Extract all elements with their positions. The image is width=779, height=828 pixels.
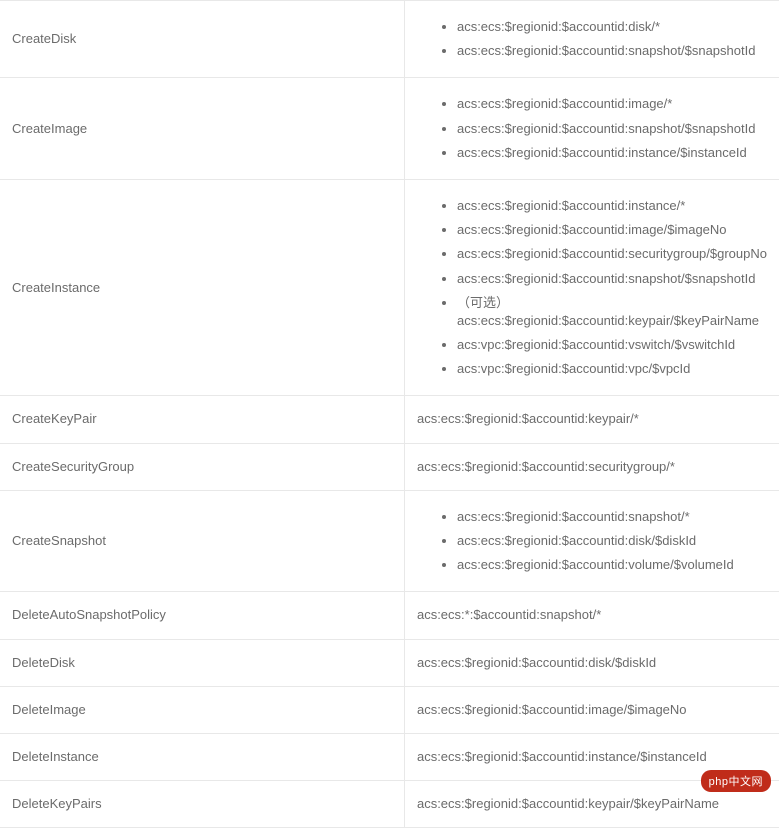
- resource-item: acs:ecs:$regionid:$accountid:instance/$i…: [457, 141, 767, 165]
- resource-cell: acs:ecs:$regionid:$accountid:image/$imag…: [404, 686, 779, 733]
- resource-cell: acs:ecs:$regionid:$accountid:snapshot/*a…: [404, 490, 779, 592]
- resource-item: acs:ecs:$regionid:$accountid:keypair/$ke…: [417, 796, 719, 811]
- action-cell: DeleteKeyPairs: [0, 781, 404, 828]
- table-row: CreateImageacs:ecs:$regionid:$accountid:…: [0, 78, 779, 180]
- action-cell: DeleteDisk: [0, 639, 404, 686]
- resource-item: acs:vpc:$regionid:$accountid:vpc/$vpcId: [457, 357, 767, 381]
- resource-item: （可选）acs:ecs:$regionid:$accountid:keypair…: [457, 291, 767, 333]
- table-row: CreateKeyPair acs:ecs:$regionid:$accounti…: [0, 396, 779, 443]
- api-permissions-table: CreateDisk acs:ecs:$regionid:$accountid:d…: [0, 0, 779, 828]
- resource-item: acs:ecs:$regionid:$accountid:volume/$vol…: [457, 553, 767, 577]
- resource-item: acs:ecs:$regionid:$accountid:image/*: [457, 92, 767, 116]
- table-row: DeleteAutoSnapshotPolicy acs:ecs:*:$accou…: [0, 592, 779, 639]
- resource-cell: acs:ecs:*:$accountid:snapshot/*: [404, 592, 779, 639]
- table-row: CreateSecurityGroup acs:ecs:$regionid:$ac…: [0, 443, 779, 490]
- action-cell: CreateSnapshot: [0, 490, 404, 592]
- table-row: DeleteDisk acs:ecs:$regionid:$accountid:d…: [0, 639, 779, 686]
- resource-item: acs:ecs:$regionid:$accountid:snapshot/$s…: [457, 117, 767, 141]
- resource-item: acs:ecs:$regionid:$accountid:disk/*: [457, 15, 767, 39]
- table-row: DeleteInstance acs:ecs:$regionid:$account…: [0, 733, 779, 780]
- table-row: DeleteKeyPairs acs:ecs:$regionid:$account…: [0, 781, 779, 828]
- resource-item: acs:ecs:$regionid:$accountid:snapshot/$s…: [457, 39, 767, 63]
- resource-item: acs:ecs:$regionid:$accountid:keypair/*: [417, 411, 639, 426]
- table-row: CreateSnapshotacs:ecs:$regionid:$account…: [0, 490, 779, 592]
- resource-item: acs:ecs:$regionid:$accountid:snapshot/*: [457, 505, 767, 529]
- action-cell: DeleteAutoSnapshotPolicy: [0, 592, 404, 639]
- table-row: CreateInstanceacs:ecs:$regionid:$account…: [0, 179, 779, 396]
- action-cell: CreateInstance: [0, 179, 404, 396]
- table-row: DeleteImage acs:ecs:$regionid:$accountid:…: [0, 686, 779, 733]
- resource-cell: acs:ecs:$regionid:$accountid:keypair/*: [404, 396, 779, 443]
- resource-cell: acs:ecs:$regionid:$accountid:disk/$diskI…: [404, 639, 779, 686]
- resource-list: acs:ecs:$regionid:$accountid:disk/*acs:e…: [417, 15, 767, 63]
- resource-item: acs:ecs:$regionid:$accountid:image/$imag…: [457, 218, 767, 242]
- resource-item: acs:ecs:*:$accountid:snapshot/*: [417, 607, 601, 622]
- resource-item: acs:ecs:$regionid:$accountid:securitygro…: [457, 242, 767, 266]
- resource-cell: acs:ecs:$regionid:$accountid:instance/*a…: [404, 179, 779, 396]
- resource-item: acs:ecs:$regionid:$accountid:image/$imag…: [417, 702, 687, 717]
- resource-item: acs:ecs:$regionid:$accountid:disk/$diskI…: [457, 529, 767, 553]
- resource-item: acs:ecs:$regionid:$accountid:snapshot/$s…: [457, 267, 767, 291]
- action-cell: CreateDisk: [0, 1, 404, 78]
- action-cell: CreateSecurityGroup: [0, 443, 404, 490]
- resource-cell: acs:ecs:$regionid:$accountid:securitygro…: [404, 443, 779, 490]
- action-cell: CreateImage: [0, 78, 404, 180]
- resource-list: acs:ecs:$regionid:$accountid:image/*acs:…: [417, 92, 767, 165]
- action-cell: DeleteImage: [0, 686, 404, 733]
- resource-cell: acs:ecs:$regionid:$accountid:disk/*acs:e…: [404, 1, 779, 78]
- resource-cell: acs:ecs:$regionid:$accountid:image/*acs:…: [404, 78, 779, 180]
- site-badge: php中文网: [701, 770, 771, 792]
- resource-list: acs:ecs:$regionid:$accountid:snapshot/*a…: [417, 505, 767, 578]
- action-cell: DeleteInstance: [0, 733, 404, 780]
- resource-item: acs:ecs:$regionid:$accountid:instance/*: [457, 194, 767, 218]
- resource-item: acs:ecs:$regionid:$accountid:securitygro…: [417, 459, 675, 474]
- resource-item: acs:ecs:$regionid:$accountid:instance/$i…: [417, 749, 707, 764]
- resource-item: acs:vpc:$regionid:$accountid:vswitch/$vs…: [457, 333, 767, 357]
- action-cell: CreateKeyPair: [0, 396, 404, 443]
- resource-item: acs:ecs:$regionid:$accountid:disk/$diskI…: [417, 655, 656, 670]
- table-row: CreateDisk acs:ecs:$regionid:$accountid:d…: [0, 1, 779, 78]
- resource-list: acs:ecs:$regionid:$accountid:instance/*a…: [417, 194, 767, 382]
